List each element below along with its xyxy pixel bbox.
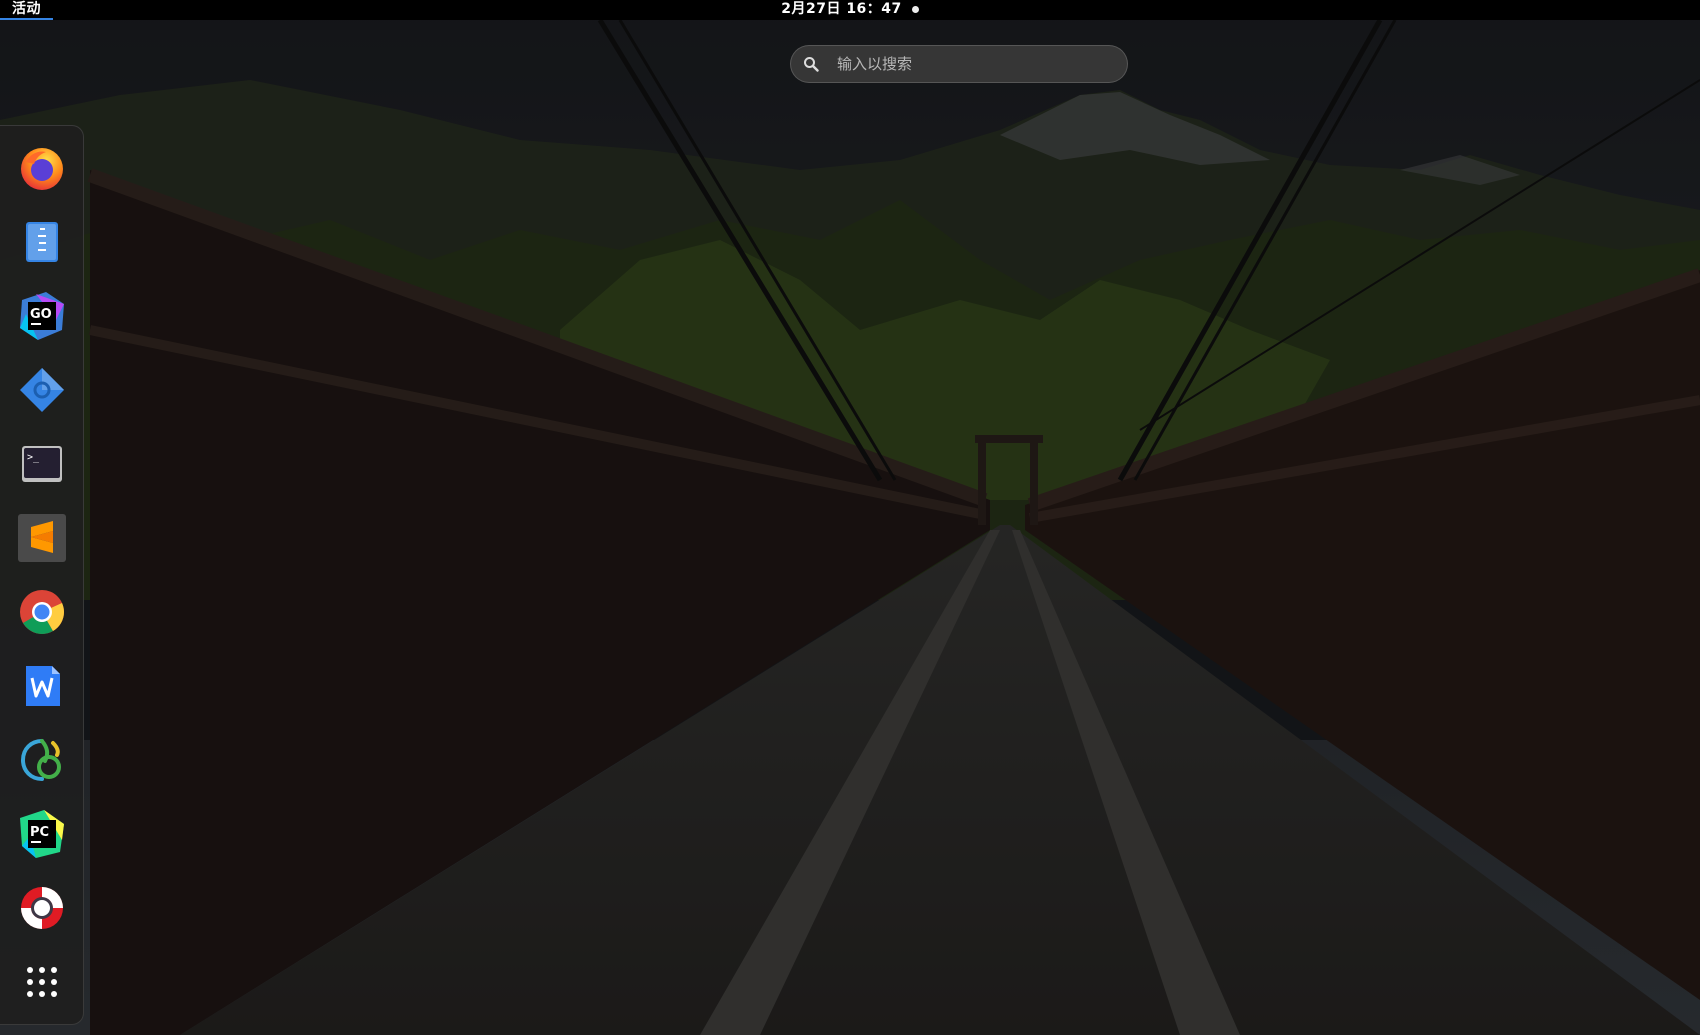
dash-app-sublime-text[interactable]	[14, 510, 70, 566]
goland-icon: GO	[20, 292, 64, 340]
dash-app-wps-writer[interactable]	[14, 658, 70, 714]
top-bar: 活动 2月27日 16：47	[0, 0, 1700, 20]
dash-app-pycharm[interactable]: PC	[14, 806, 70, 862]
notification-dot-icon	[911, 5, 919, 13]
terminal-icon: >_	[22, 446, 62, 482]
search-input[interactable]	[835, 54, 1109, 74]
clock-label: 2月27日 16：47	[781, 1, 902, 17]
software-icon	[20, 368, 64, 412]
dash-app-goland[interactable]: GO	[14, 288, 70, 344]
dash-app-help[interactable]	[14, 880, 70, 936]
dash-app-anaconda[interactable]	[14, 732, 70, 788]
dash-app-firefox[interactable]	[14, 140, 70, 196]
search-icon	[803, 46, 835, 82]
search-box[interactable]	[790, 45, 1128, 83]
pycharm-icon: PC	[20, 810, 64, 858]
dash-app-text-editor[interactable]	[14, 214, 70, 270]
dash-app-terminal[interactable]: >_	[14, 436, 70, 492]
dash-app-chrome[interactable]	[14, 584, 70, 640]
sublime-text-icon	[18, 514, 66, 562]
help-icon	[21, 887, 63, 929]
app-grid-icon	[27, 967, 57, 997]
firefox-icon	[21, 148, 63, 190]
svg-text:>_: >_	[27, 452, 40, 463]
wps-writer-icon	[26, 666, 60, 706]
dash: GO >_ PC	[0, 125, 84, 1025]
text-editor-icon	[26, 222, 58, 262]
show-applications-button[interactable]	[14, 954, 70, 1010]
dash-app-software[interactable]	[14, 362, 70, 418]
svg-text:GO: GO	[30, 307, 52, 322]
anaconda-icon	[20, 739, 61, 781]
date-time-button[interactable]: 2月27日 16：47	[781, 0, 919, 18]
bridge-landscape-image	[0, 0, 1700, 1035]
chrome-icon	[20, 590, 64, 634]
svg-text:PC: PC	[30, 825, 49, 840]
desktop-wallpaper	[0, 0, 1700, 1035]
